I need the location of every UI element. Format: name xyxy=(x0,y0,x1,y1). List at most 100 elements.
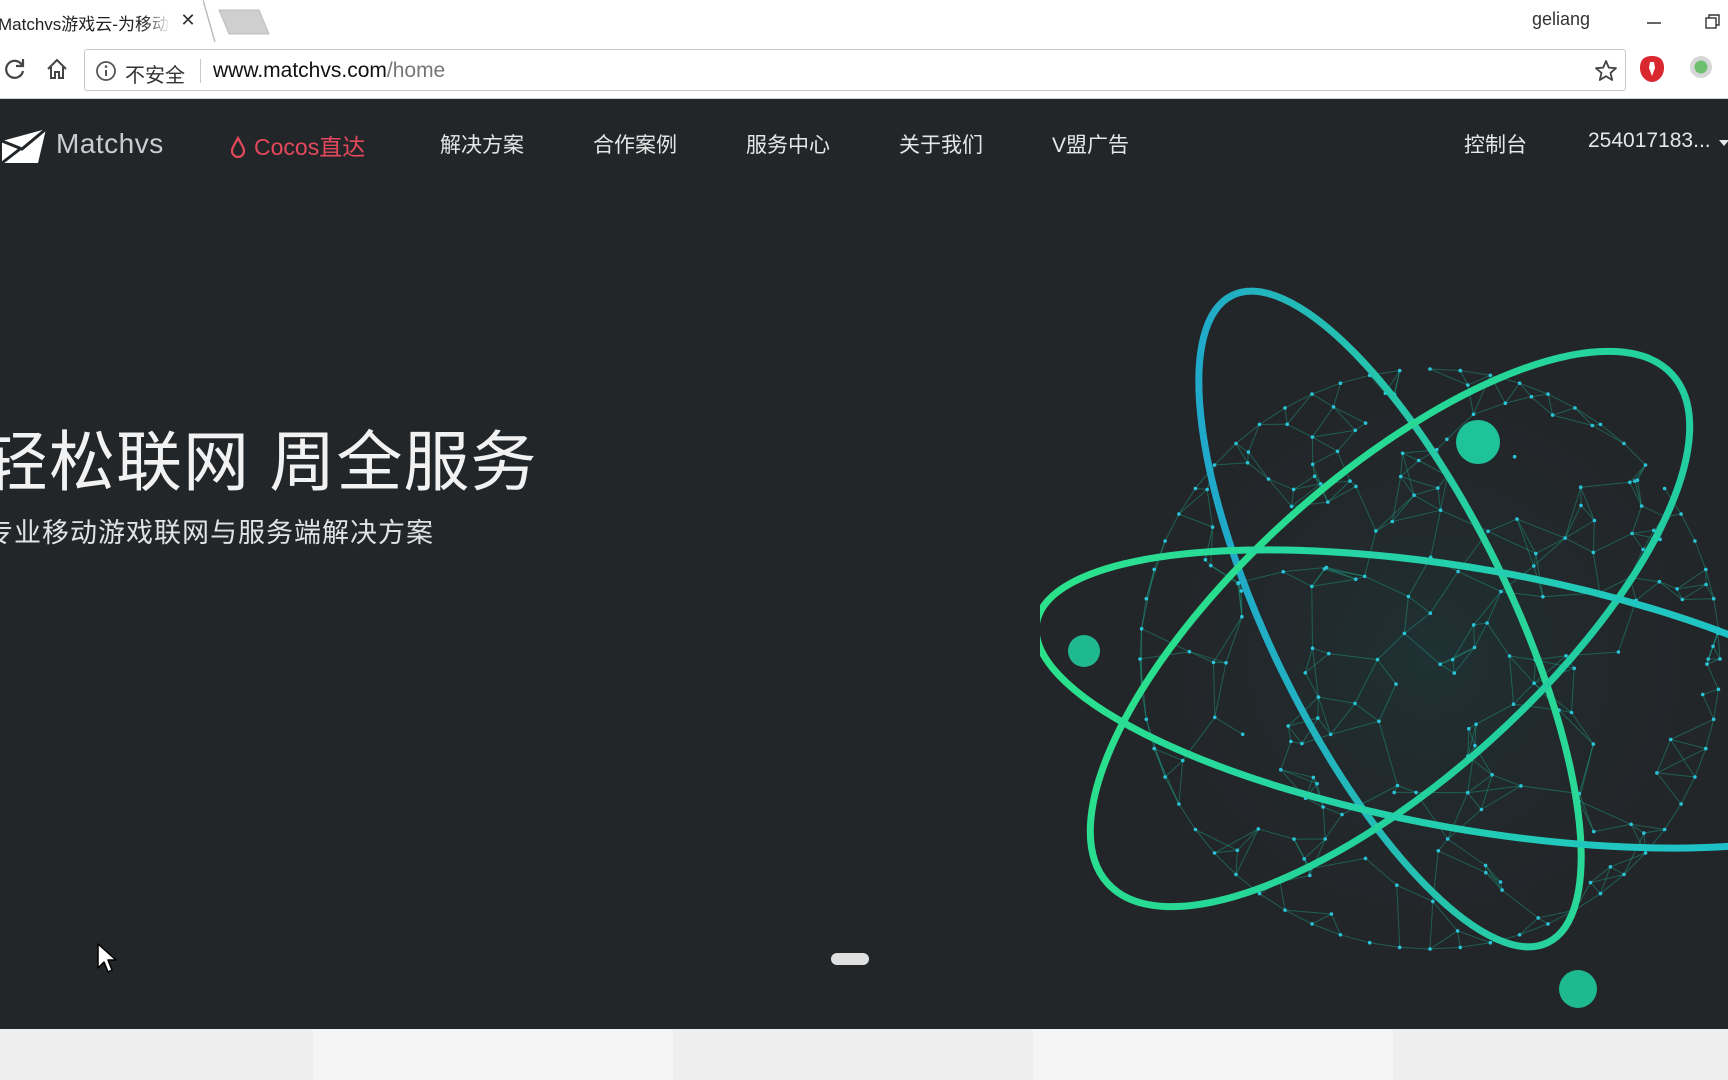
feature-card-3 xyxy=(1033,1029,1393,1080)
mesh-node xyxy=(1348,479,1352,483)
mesh-node xyxy=(1281,569,1285,574)
mesh-node xyxy=(1578,485,1583,489)
mesh-node xyxy=(1550,413,1555,417)
mesh-node xyxy=(1473,743,1477,748)
mesh-node xyxy=(1402,631,1407,636)
mesh-node xyxy=(1303,671,1308,675)
mesh-node xyxy=(1517,933,1522,937)
mesh-node xyxy=(1563,536,1567,540)
mesh-node xyxy=(1704,746,1708,751)
mesh-node xyxy=(1680,597,1685,602)
mesh-node xyxy=(1193,486,1198,491)
mesh-node xyxy=(1246,450,1251,454)
mesh-node xyxy=(1641,547,1645,552)
mesh-node xyxy=(1326,500,1330,504)
reload-icon[interactable] xyxy=(2,56,28,82)
url-text[interactable]: www.matchvs.com/home xyxy=(213,59,445,83)
mesh-node xyxy=(1283,406,1287,410)
security-label[interactable]: 不安全 xyxy=(125,59,185,88)
mesh-node xyxy=(1285,422,1289,427)
mesh-node xyxy=(1177,802,1181,806)
url-host: www.matchvs.com xyxy=(213,59,387,82)
mesh-node xyxy=(1573,406,1577,410)
mesh-node xyxy=(1668,737,1673,742)
next-section-strip xyxy=(0,1029,1728,1080)
nav-item-solutions[interactable]: 解决方案 xyxy=(440,129,524,159)
mesh-node xyxy=(1643,851,1648,855)
mesh-node xyxy=(1310,462,1315,467)
mesh-node xyxy=(1471,412,1476,417)
mesh-node xyxy=(1392,790,1396,795)
mesh-node xyxy=(1445,437,1449,442)
mesh-node xyxy=(1532,681,1536,685)
mesh-node xyxy=(1635,478,1640,482)
nav-item-service-center[interactable]: 服务中心 xyxy=(746,129,830,159)
mesh-node xyxy=(1328,732,1333,737)
mesh-node xyxy=(1395,783,1400,788)
tab-close-button[interactable]: ✕ xyxy=(178,9,198,31)
mesh-node xyxy=(1436,849,1441,853)
info-icon[interactable] xyxy=(95,60,117,82)
nav-user-menu[interactable]: 254017183... xyxy=(1588,129,1711,153)
address-bar[interactable]: 不安全 www.matchvs.com/home xyxy=(84,49,1626,91)
mesh-node xyxy=(1629,822,1633,827)
feature-card-1 xyxy=(313,1029,673,1080)
mesh-node xyxy=(1498,880,1503,884)
profile-name[interactable]: geliang xyxy=(1532,9,1590,30)
mesh-node xyxy=(1279,767,1283,772)
nav-cocos-link[interactable]: Cocos直达 xyxy=(228,128,365,162)
bookmark-star-icon[interactable] xyxy=(1593,58,1619,84)
mesh-node xyxy=(1163,775,1167,779)
mesh-node xyxy=(1569,710,1574,715)
page-body: Matchvs Cocos直达 解决方案 合作案例 服务中心 关于我们 V盟广告… xyxy=(0,99,1728,1080)
adblock-extension-icon[interactable] xyxy=(1638,54,1666,84)
nav-item-about[interactable]: 关于我们 xyxy=(899,129,983,159)
mesh-node xyxy=(1390,519,1395,524)
nav-item-vmeng-ads[interactable]: V盟广告 xyxy=(1052,129,1129,159)
mesh-node xyxy=(1450,657,1455,662)
mesh-node xyxy=(1431,899,1435,904)
mesh-node xyxy=(1693,775,1697,779)
mesh-node xyxy=(1310,922,1314,926)
mesh-node xyxy=(1327,651,1331,656)
browser-tab-active[interactable]: Matchvs游戏云-为移动游戏 ✕ xyxy=(0,0,205,42)
mesh-node xyxy=(1354,577,1358,581)
nav-console-link[interactable]: 控制台 xyxy=(1464,129,1527,159)
mesh-node xyxy=(1144,596,1149,601)
mesh-node xyxy=(1483,863,1488,868)
restore-icon[interactable] xyxy=(1700,10,1728,34)
mesh-node xyxy=(1354,484,1358,489)
mesh-node xyxy=(1499,589,1503,594)
mesh-node xyxy=(1546,922,1550,926)
mesh-node xyxy=(1485,621,1489,625)
status-extension-icon[interactable] xyxy=(1688,54,1714,80)
mesh-node xyxy=(1536,916,1540,920)
home-icon[interactable] xyxy=(44,56,70,82)
mesh-node xyxy=(1700,692,1705,697)
mesh-node xyxy=(1472,645,1477,650)
mesh-node xyxy=(1484,870,1488,875)
mesh-node xyxy=(1519,784,1523,788)
nav-item-cases[interactable]: 合作案例 xyxy=(593,129,677,159)
feature-card-4 xyxy=(1393,1029,1728,1080)
mesh-node xyxy=(1256,827,1261,831)
tab-title: Matchvs游戏云-为移动游戏 xyxy=(0,15,170,32)
mesh-node xyxy=(1310,435,1315,439)
mesh-node xyxy=(1662,486,1667,491)
mesh-node xyxy=(1211,660,1216,665)
mesh-node xyxy=(1458,945,1463,950)
minimize-icon[interactable] xyxy=(1640,4,1668,34)
mesh-node xyxy=(1486,529,1490,534)
mesh-node xyxy=(1718,657,1722,661)
mesh-node xyxy=(1316,695,1321,699)
mesh-node xyxy=(1511,702,1516,706)
new-tab-button[interactable] xyxy=(215,8,271,36)
mesh-node xyxy=(1363,856,1368,861)
mesh-node xyxy=(1704,582,1708,587)
carousel-indicator[interactable] xyxy=(831,953,869,965)
mesh-node xyxy=(1395,883,1399,887)
mesh-node xyxy=(1291,487,1296,492)
chevron-down-icon[interactable] xyxy=(1718,139,1728,147)
mesh-node xyxy=(1488,940,1493,945)
mesh-node xyxy=(1588,880,1593,885)
